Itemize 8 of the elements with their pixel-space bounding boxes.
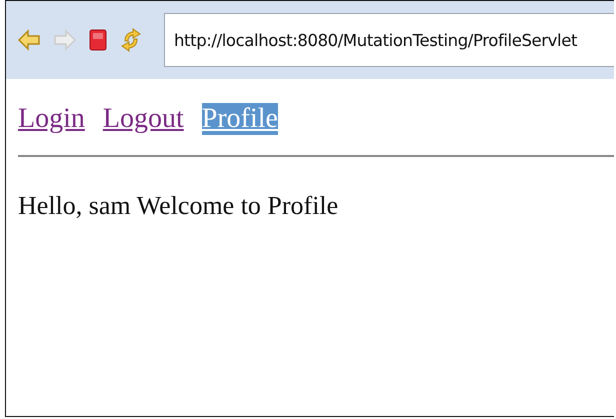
address-field[interactable]: http://localhost:8080/MutationTesting/ProfileServlet <box>164 13 614 67</box>
nav-link[interactable]: Logout <box>102 103 184 135</box>
nav-link[interactable]: Login <box>18 103 85 135</box>
right-arrow-icon <box>53 29 77 51</box>
left-arrow-icon <box>17 29 41 51</box>
welcome-message: Hello, sam Welcome to Profile <box>18 191 340 221</box>
stop-icon <box>89 29 107 51</box>
refresh-icon <box>119 27 143 53</box>
